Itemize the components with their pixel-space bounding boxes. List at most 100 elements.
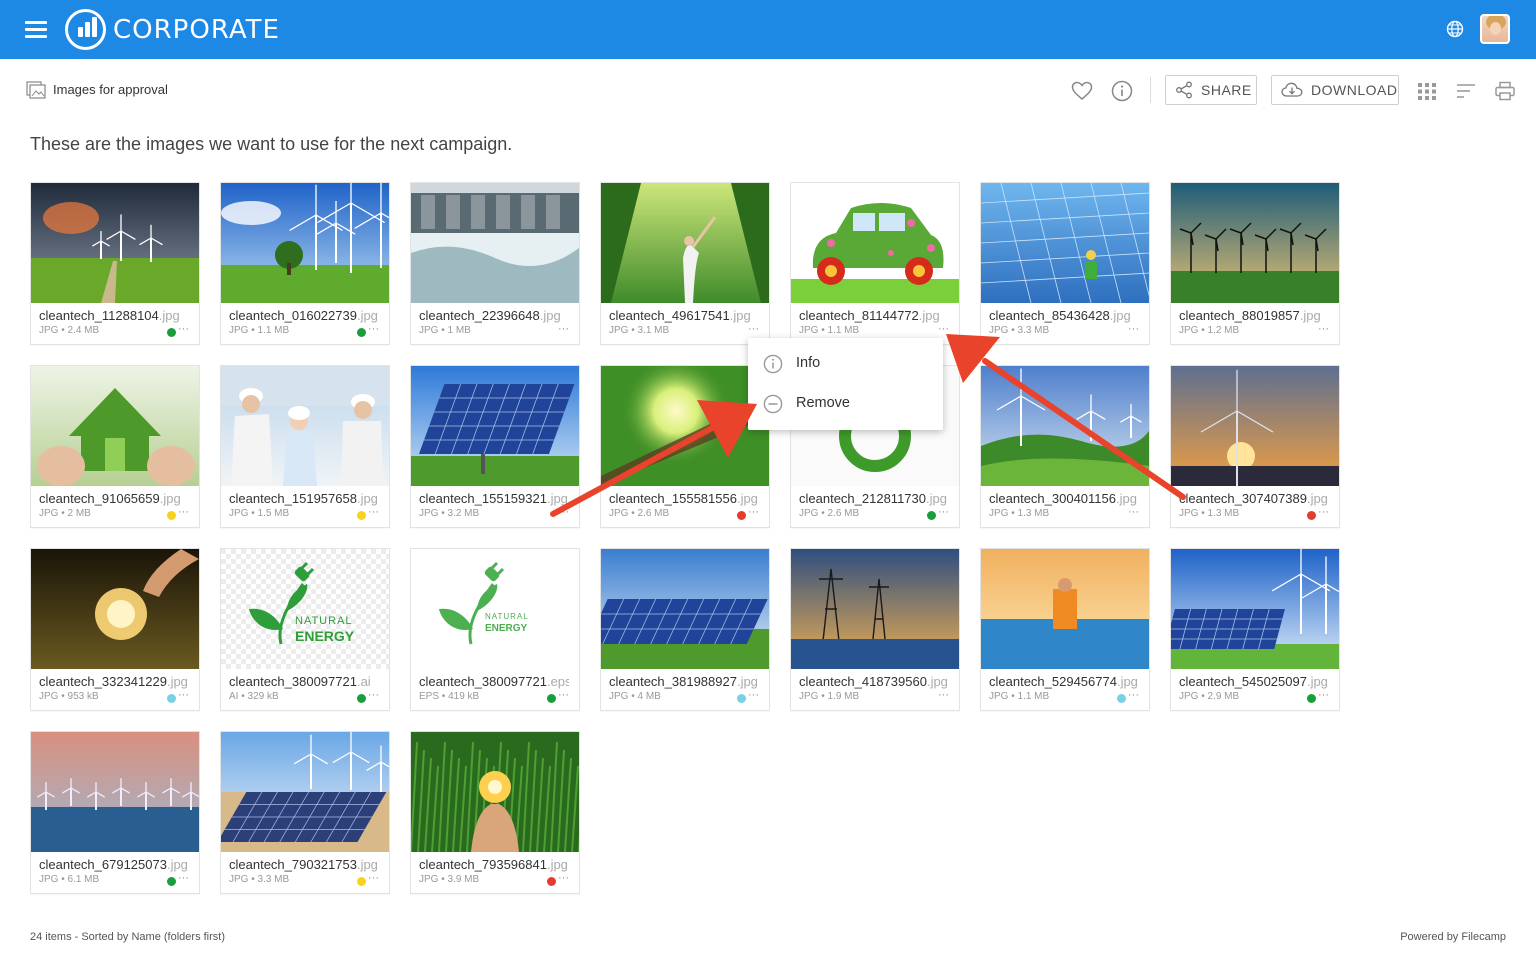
- image-card[interactable]: cleantech_151957658.jpg JPG • 1.5 MB ···: [220, 365, 390, 528]
- image-card[interactable]: cleantech_155159321.jpg JPG • 3.2 MB ···: [410, 365, 580, 528]
- image-card[interactable]: cleantech_11288104.jpg JPG • 2.4 MB ···: [30, 182, 200, 345]
- more-options-icon[interactable]: ···: [1318, 506, 1329, 518]
- more-options-icon[interactable]: ···: [748, 506, 759, 518]
- file-name-base: cleantech_679125073: [39, 857, 167, 872]
- more-options-icon[interactable]: ···: [938, 689, 949, 701]
- heart-icon[interactable]: [1071, 80, 1093, 102]
- file-name: cleantech_212811730.jpg: [799, 491, 949, 506]
- more-options-icon[interactable]: ···: [178, 506, 189, 518]
- image-thumbnail[interactable]: [601, 366, 769, 486]
- more-options-icon[interactable]: ···: [938, 323, 949, 335]
- image-card[interactable]: cleantech_418739560.jpg JPG • 1.9 MB ···: [790, 548, 960, 711]
- more-options-icon[interactable]: ···: [748, 323, 759, 335]
- image-thumbnail[interactable]: [601, 549, 769, 669]
- download-button[interactable]: DOWNLOAD: [1271, 75, 1399, 105]
- more-options-icon[interactable]: ···: [558, 689, 569, 701]
- more-options-icon[interactable]: ···: [1128, 689, 1139, 701]
- image-card[interactable]: cleantech_88019857.jpg JPG • 1.2 MB ···: [1170, 182, 1340, 345]
- more-options-icon[interactable]: ···: [368, 506, 379, 518]
- more-options-icon[interactable]: ···: [1318, 323, 1329, 335]
- image-card[interactable]: cleantech_016022739.jpg JPG • 1.1 MB ···: [220, 182, 390, 345]
- image-card[interactable]: cleantech_790321753.jpg JPG • 3.3 MB ···: [220, 731, 390, 894]
- image-card[interactable]: cleantech_81144772.jpg JPG • 1.1 MB ···: [790, 182, 960, 345]
- image-card[interactable]: NATURAL ENERGY cleantech_380097721.ai AI • …: [220, 548, 390, 711]
- image-card[interactable]: cleantech_22396648.jpg JPG • 1 MB ···: [410, 182, 580, 345]
- image-card[interactable]: cleantech_85436428.jpg JPG • 3.3 MB ···: [980, 182, 1150, 345]
- image-thumbnail[interactable]: [981, 549, 1149, 669]
- image-card[interactable]: cleantech_679125073.jpg JPG • 6.1 MB ···: [30, 731, 200, 894]
- image-thumbnail[interactable]: [411, 183, 579, 303]
- image-card[interactable]: cleantech_529456774.jpg JPG • 1.1 MB ···: [980, 548, 1150, 711]
- share-button[interactable]: SHARE: [1165, 75, 1257, 105]
- image-thumbnail[interactable]: [221, 732, 389, 852]
- file-name: cleantech_81144772.jpg: [799, 308, 949, 323]
- image-card[interactable]: cleantech_49617541.jpg JPG • 3.1 MB ···: [600, 182, 770, 345]
- file-name-base: cleantech_49617541: [609, 308, 730, 323]
- image-thumbnail[interactable]: [981, 183, 1149, 303]
- image-thumbnail[interactable]: [981, 366, 1149, 486]
- file-extension: .jpg: [166, 674, 188, 689]
- more-options-icon[interactable]: ···: [558, 506, 569, 518]
- image-card[interactable]: cleantech_332341229.jpg JPG • 953 kB ···: [30, 548, 200, 711]
- more-options-icon[interactable]: ···: [748, 689, 759, 701]
- file-name: cleantech_151957658.jpg: [229, 491, 379, 506]
- info-icon[interactable]: [1111, 80, 1133, 102]
- image-thumbnail[interactable]: [221, 183, 389, 303]
- image-card[interactable]: cleantech_91065659.jpg JPG • 2 MB ···: [30, 365, 200, 528]
- image-thumbnail[interactable]: [411, 366, 579, 486]
- file-name-base: cleantech_380097721: [229, 674, 357, 689]
- image-thumbnail[interactable]: [791, 549, 959, 669]
- image-card[interactable]: cleantech_300401156.jpg JPG • 1.3 MB ···: [980, 365, 1150, 528]
- more-options-icon[interactable]: ···: [368, 872, 379, 884]
- image-card[interactable]: NATURAL ENERGY cleantech_380097721.eps EPS …: [410, 548, 580, 711]
- image-thumbnail[interactable]: [221, 366, 389, 486]
- more-options-icon[interactable]: ···: [178, 689, 189, 701]
- more-options-icon[interactable]: ···: [368, 689, 379, 701]
- more-options-icon[interactable]: ···: [558, 323, 569, 335]
- more-options-icon[interactable]: ···: [558, 872, 569, 884]
- download-label: DOWNLOAD: [1311, 82, 1398, 98]
- file-meta: JPG • 1.3 MB: [1179, 508, 1240, 519]
- image-thumbnail[interactable]: [1171, 366, 1339, 486]
- image-card[interactable]: cleantech_381988927.jpg JPG • 4 MB ···: [600, 548, 770, 711]
- file-name-base: cleantech_529456774: [989, 674, 1117, 689]
- image-thumbnail[interactable]: [31, 183, 199, 303]
- approval-status-dot: [737, 511, 746, 520]
- image-thumbnail[interactable]: [1171, 549, 1339, 669]
- image-card[interactable]: cleantech_155581556.jpg JPG • 2.6 MB ···: [600, 365, 770, 528]
- image-thumbnail[interactable]: [791, 183, 959, 303]
- menu-item-info[interactable]: Info: [748, 344, 943, 384]
- image-thumbnail[interactable]: [1171, 183, 1339, 303]
- image-thumbnail[interactable]: [31, 732, 199, 852]
- user-avatar[interactable]: [1480, 14, 1510, 44]
- more-options-icon[interactable]: ···: [368, 323, 379, 335]
- image-thumbnail[interactable]: [31, 549, 199, 669]
- file-name-base: cleantech_151957658: [229, 491, 357, 506]
- grid-view-icon[interactable]: [1416, 80, 1438, 102]
- info-icon: [763, 354, 783, 374]
- menu-icon[interactable]: [25, 21, 47, 38]
- image-card[interactable]: cleantech_307407389.jpg JPG • 1.3 MB ···: [1170, 365, 1340, 528]
- more-options-icon[interactable]: ···: [938, 506, 949, 518]
- image-thumbnail[interactable]: NATURAL ENERGY: [221, 549, 389, 669]
- more-options-icon[interactable]: ···: [1128, 323, 1139, 335]
- file-name: cleantech_91065659.jpg: [39, 491, 189, 506]
- globe-icon[interactable]: [1446, 20, 1464, 38]
- image-card[interactable]: cleantech_793596841.jpg JPG • 3.9 MB ···: [410, 731, 580, 894]
- image-thumbnail[interactable]: [601, 183, 769, 303]
- approval-status-dot: [547, 694, 556, 703]
- image-thumbnail[interactable]: [411, 732, 579, 852]
- more-options-icon[interactable]: ···: [1128, 506, 1139, 518]
- image-thumbnail[interactable]: [31, 366, 199, 486]
- print-icon[interactable]: [1494, 80, 1516, 102]
- brand-logo-icon: [65, 9, 106, 50]
- menu-item-remove[interactable]: Remove: [748, 384, 943, 424]
- more-options-icon[interactable]: ···: [178, 872, 189, 884]
- more-options-icon[interactable]: ···: [178, 323, 189, 335]
- image-thumbnail[interactable]: NATURAL ENERGY: [411, 549, 579, 669]
- powered-by-link[interactable]: Powered by Filecamp: [1400, 931, 1506, 943]
- more-options-icon[interactable]: ···: [1318, 689, 1329, 701]
- approval-status-dot: [357, 877, 366, 886]
- image-card[interactable]: cleantech_545025097.jpg JPG • 2.9 MB ···: [1170, 548, 1340, 711]
- sort-icon[interactable]: [1455, 80, 1477, 102]
